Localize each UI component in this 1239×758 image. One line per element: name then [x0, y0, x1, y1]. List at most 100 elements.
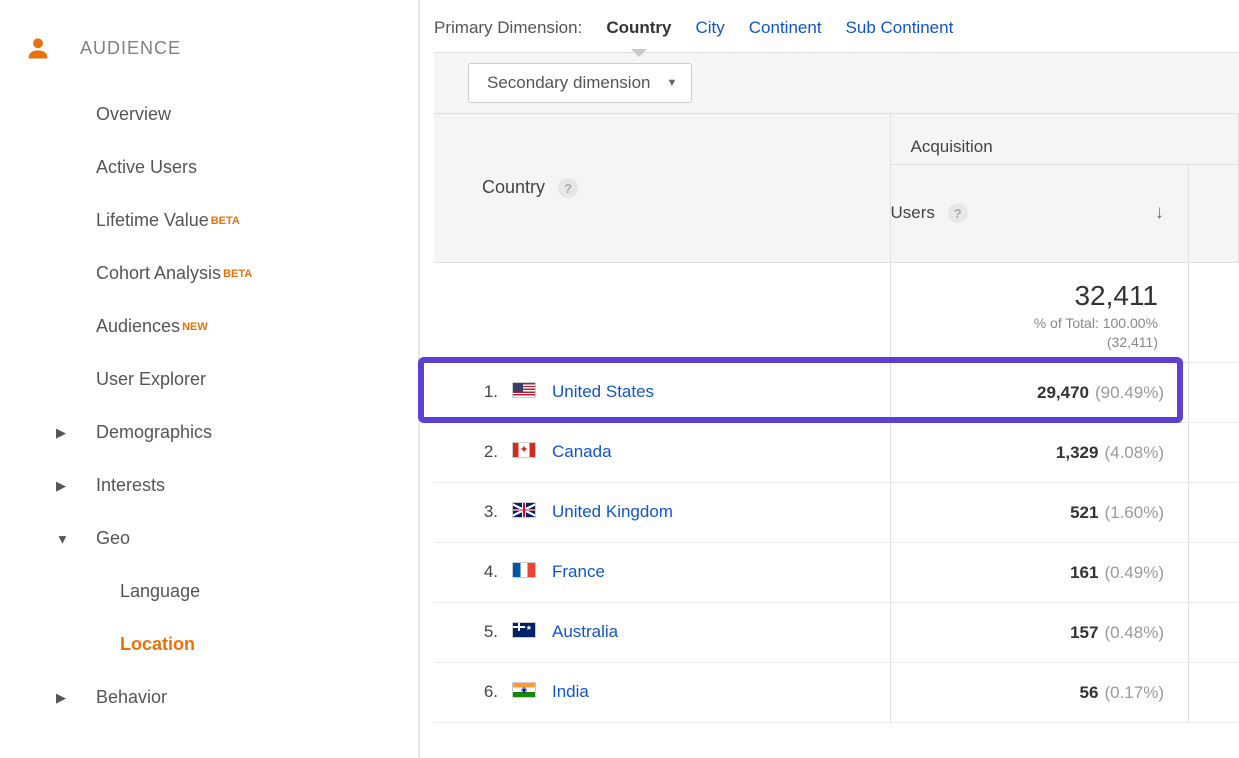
flag-icon	[512, 502, 538, 523]
country-cell[interactable]: 1. United States	[434, 363, 890, 423]
caret-down-icon: ▼	[56, 531, 69, 546]
country-cell[interactable]: 3.United Kingdom	[434, 483, 890, 543]
table-row[interactable]: 1.United States29,470(90.49%)	[434, 363, 1239, 423]
sidebar-item-active-users[interactable]: Active Users	[0, 141, 418, 194]
sidebar-section-audience[interactable]: AUDIENCE	[0, 20, 418, 76]
primary-dimension-bar: Primary Dimension: Country City Continen…	[434, 14, 1239, 52]
caret-right-icon: ▶	[56, 690, 66, 706]
row-rank: 4.	[470, 562, 498, 582]
countries-table: Country ? Acquisition Users ? ↓	[434, 114, 1239, 723]
dimension-country[interactable]: Country	[606, 18, 671, 38]
sidebar-item-label: Geo	[96, 528, 130, 549]
sidebar-item-user-explorer[interactable]: User Explorer	[0, 353, 418, 406]
row-rank: 1.	[470, 382, 498, 402]
users-value: 1,329	[1056, 443, 1099, 462]
column-header-label: Country	[482, 177, 545, 197]
help-icon[interactable]: ?	[948, 203, 968, 223]
table-row[interactable]: 4. France 161 (0.49%)	[434, 543, 1239, 603]
flag-icon	[512, 622, 538, 643]
column-header-label: Users	[891, 203, 935, 222]
help-icon[interactable]: ?	[558, 178, 578, 198]
sidebar-item-interests[interactable]: ▶ Interests	[0, 459, 418, 512]
flag-icon	[512, 442, 538, 463]
beta-badge: BETA	[223, 268, 252, 280]
country-name[interactable]: India	[552, 682, 589, 701]
sidebar-item-audiences[interactable]: Audiences NEW	[0, 300, 418, 353]
users-cell: 521 (1.60%)	[890, 483, 1189, 543]
column-group-acquisition: Acquisition	[890, 114, 1239, 164]
users-value: 56	[1080, 683, 1099, 702]
users-cell: 56 (0.17%)	[890, 663, 1189, 723]
country-cell[interactable]: 5. Australia	[434, 603, 890, 663]
users-value: 29,470	[1037, 383, 1089, 402]
sidebar-items: Overview Active Users Lifetime Value BET…	[0, 76, 418, 724]
beta-badge: BETA	[211, 215, 240, 227]
sidebar-item-cohort-analysis[interactable]: Cohort Analysis BETA	[0, 247, 418, 300]
table-row[interactable]: 5. Australia 157 (0.48%)	[434, 603, 1239, 663]
sidebar-item-label: Active Users	[96, 157, 197, 178]
users-cell: 157 (0.48%)	[890, 603, 1189, 663]
dimension-city[interactable]: City	[695, 18, 724, 38]
flag-icon	[512, 682, 538, 703]
sidebar-item-label: Cohort Analysis	[96, 263, 221, 284]
summary-users-cell: 32,411 % of Total: 100.00% (32,411)	[890, 262, 1189, 363]
sidebar-item-label: Demographics	[96, 422, 212, 443]
caret-right-icon: ▶	[56, 478, 66, 494]
caret-right-icon: ▶	[56, 425, 66, 441]
users-value: 521	[1070, 503, 1098, 522]
summary-pct-sub: (32,411)	[891, 333, 1159, 352]
users-value: 161	[1070, 563, 1098, 582]
sidebar-item-lifetime-value[interactable]: Lifetime Value BETA	[0, 194, 418, 247]
column-header-users[interactable]: Users ? ↓	[890, 164, 1189, 262]
sidebar-item-demographics[interactable]: ▶ Demographics	[0, 406, 418, 459]
column-trailing	[1189, 164, 1239, 262]
dimension-continent[interactable]: Continent	[749, 18, 822, 38]
secondary-dimension-button[interactable]: Secondary dimension ▼	[468, 63, 692, 103]
sidebar-subitem-language[interactable]: Language	[0, 565, 418, 618]
users-percent: (0.17%)	[1104, 683, 1164, 702]
table-toolbar: Secondary dimension ▼	[434, 52, 1239, 114]
summary-row: 32,411 % of Total: 100.00% (32,411)	[434, 262, 1239, 363]
country-name[interactable]: Canada	[552, 442, 612, 461]
country-cell[interactable]: 2.Canada	[434, 423, 890, 483]
column-header-country[interactable]: Country ?	[434, 114, 890, 262]
country-name[interactable]: United States	[552, 382, 654, 401]
users-cell: 1,329 (4.08%)	[890, 423, 1189, 483]
table-row[interactable]: 3.United Kingdom 521 (1.60%)	[434, 483, 1239, 543]
chevron-down-icon: ▼	[666, 77, 677, 89]
sidebar-item-behavior[interactable]: ▶ Behavior	[0, 671, 418, 724]
dimension-sub-continent[interactable]: Sub Continent	[846, 18, 954, 38]
main-content: Primary Dimension: Country City Continen…	[420, 0, 1239, 758]
sidebar-subitem-location[interactable]: Location	[0, 618, 418, 671]
users-cell: 161 (0.49%)	[890, 543, 1189, 603]
sidebar-section-title: AUDIENCE	[80, 38, 181, 59]
flag-icon	[512, 562, 538, 583]
row-rank: 5.	[470, 622, 498, 642]
country-name[interactable]: United Kingdom	[552, 502, 673, 521]
sidebar-item-label: Behavior	[96, 687, 167, 708]
users-percent: (4.08%)	[1104, 443, 1164, 462]
users-value: 157	[1070, 623, 1098, 642]
users-percent: (0.48%)	[1104, 623, 1164, 642]
sort-descending-icon: ↓	[1155, 202, 1165, 224]
table-row[interactable]: 2.Canada 1,329 (4.08%)	[434, 423, 1239, 483]
country-name[interactable]: Australia	[552, 622, 618, 641]
sidebar-item-geo[interactable]: ▼ Geo	[0, 512, 418, 565]
users-percent: (0.49%)	[1104, 563, 1164, 582]
summary-pct-line: % of Total: 100.00%	[891, 314, 1159, 333]
users-percent: (1.60%)	[1104, 503, 1164, 522]
sidebar-item-overview[interactable]: Overview	[0, 88, 418, 141]
secondary-dimension-label: Secondary dimension	[487, 73, 650, 93]
sidebar-item-label: Location	[120, 634, 195, 655]
sidebar-item-label: Interests	[96, 475, 165, 496]
country-cell[interactable]: 4. France	[434, 543, 890, 603]
country-name[interactable]: France	[552, 562, 605, 581]
table-row[interactable]: 6.India 56 (0.17%)	[434, 663, 1239, 723]
country-cell[interactable]: 6.India	[434, 663, 890, 723]
primary-dimension-label: Primary Dimension:	[434, 18, 582, 38]
sidebar-item-label: Language	[120, 581, 200, 602]
column-group-label: Acquisition	[911, 137, 993, 156]
summary-total: 32,411	[891, 277, 1159, 315]
sidebar: AUDIENCE Overview Active Users Lifetime …	[0, 0, 420, 758]
sidebar-item-label: Audiences	[96, 316, 180, 337]
